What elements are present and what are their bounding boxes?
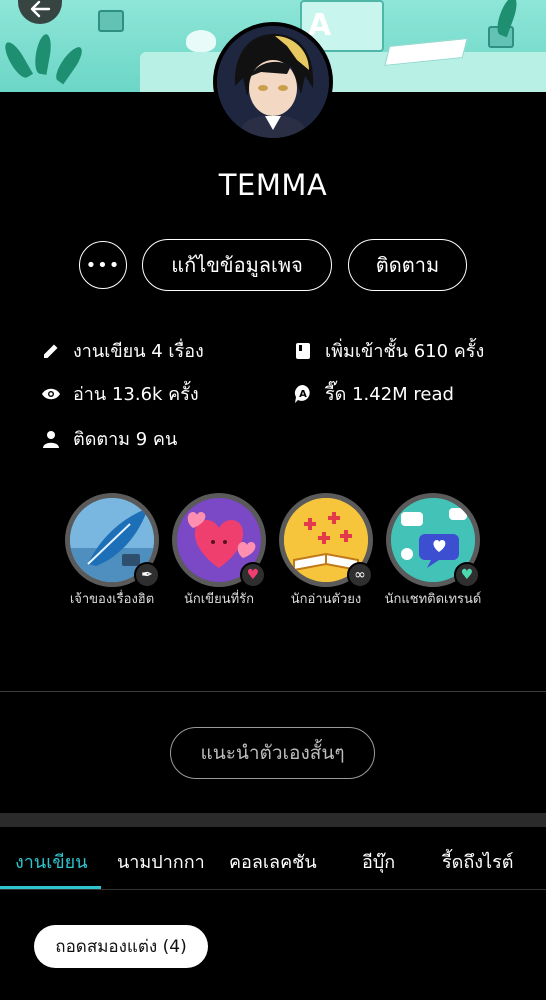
section-divider — [0, 691, 546, 692]
stat-reader-reads-text: รี๊ด 1.42M read — [325, 384, 454, 405]
stat-followers-text: ติดตาม 9 คน — [73, 429, 178, 450]
reader-chat-icon: A — [293, 384, 313, 404]
banner-plant-pot — [98, 10, 124, 32]
tab-pen-names[interactable]: นามปากกา — [117, 847, 205, 876]
stat-followers: ติดตาม 9 คน — [41, 424, 177, 453]
active-tab-indicator — [0, 886, 101, 889]
profile-tabs: งานเขียน นามปากกา คอลเลคชัน อีบุ๊ก รี้ดถ… — [0, 827, 546, 890]
tab-ebooks[interactable]: อีบุ๊ก — [362, 847, 395, 876]
badge-pen-mini-icon: ✒ — [134, 562, 160, 588]
category-chip[interactable]: ถอดสมองแต่ง (4) — [34, 925, 208, 968]
more-button[interactable]: ••• — [79, 241, 127, 289]
more-icon: ••• — [85, 254, 121, 276]
arrow-left-icon — [30, 0, 51, 18]
stat-shelf-text: เพิ่มเข้าชั้น 610 ครั้ง — [325, 341, 485, 362]
stat-works-text: งานเขียน 4 เรื่อง — [73, 341, 204, 362]
stat-works: งานเขียน 4 เรื่อง — [41, 336, 204, 365]
stat-reads-text: อ่าน 13.6k ครั้ง — [73, 384, 199, 405]
tab-works[interactable]: งานเขียน — [15, 847, 88, 876]
tab-collections[interactable]: คอลเลคชัน — [229, 847, 317, 876]
stat-shelf: เพิ่มเข้าชั้น 610 ครั้ง — [293, 336, 484, 365]
short-intro-button[interactable]: แนะนำตัวเองสั้นๆ — [170, 727, 375, 779]
section-separator — [0, 813, 546, 827]
tab-reader-to-writer[interactable]: รี้ดถึงไรต์ — [442, 847, 513, 876]
badge-label: นักเขียนที่รัก — [183, 592, 254, 607]
follow-button[interactable]: ติดตาม — [348, 239, 467, 291]
edit-page-button[interactable]: แก้ไขข้อมูลเพจ — [142, 239, 332, 291]
svg-text:A: A — [299, 389, 307, 400]
eye-icon — [41, 384, 61, 404]
person-icon — [41, 429, 61, 449]
badge-label: เจ้าของเรื่องฮิต — [69, 592, 155, 607]
avatar[interactable] — [213, 22, 333, 142]
stat-reads: อ่าน 13.6k ครั้ง — [41, 379, 199, 408]
badge-label: นักแชทติดเทรนด์ — [384, 592, 482, 607]
avatar-illustration — [217, 26, 329, 138]
banner-desk — [140, 52, 546, 92]
badge-label: นักอ่านตัวยง — [290, 592, 362, 607]
banner-cat — [186, 30, 216, 52]
badge-chat-mini-icon: ♥ — [454, 562, 480, 588]
pencil-icon — [41, 341, 61, 361]
badge-heart-mini-icon: ♥ — [240, 562, 266, 588]
badge-pretzel-mini-icon: ∞ — [347, 562, 373, 588]
profile-name: TEMMA — [218, 168, 328, 202]
stat-reader-reads: A รี๊ด 1.42M read — [293, 379, 454, 408]
bookmark-book-icon — [293, 341, 313, 361]
